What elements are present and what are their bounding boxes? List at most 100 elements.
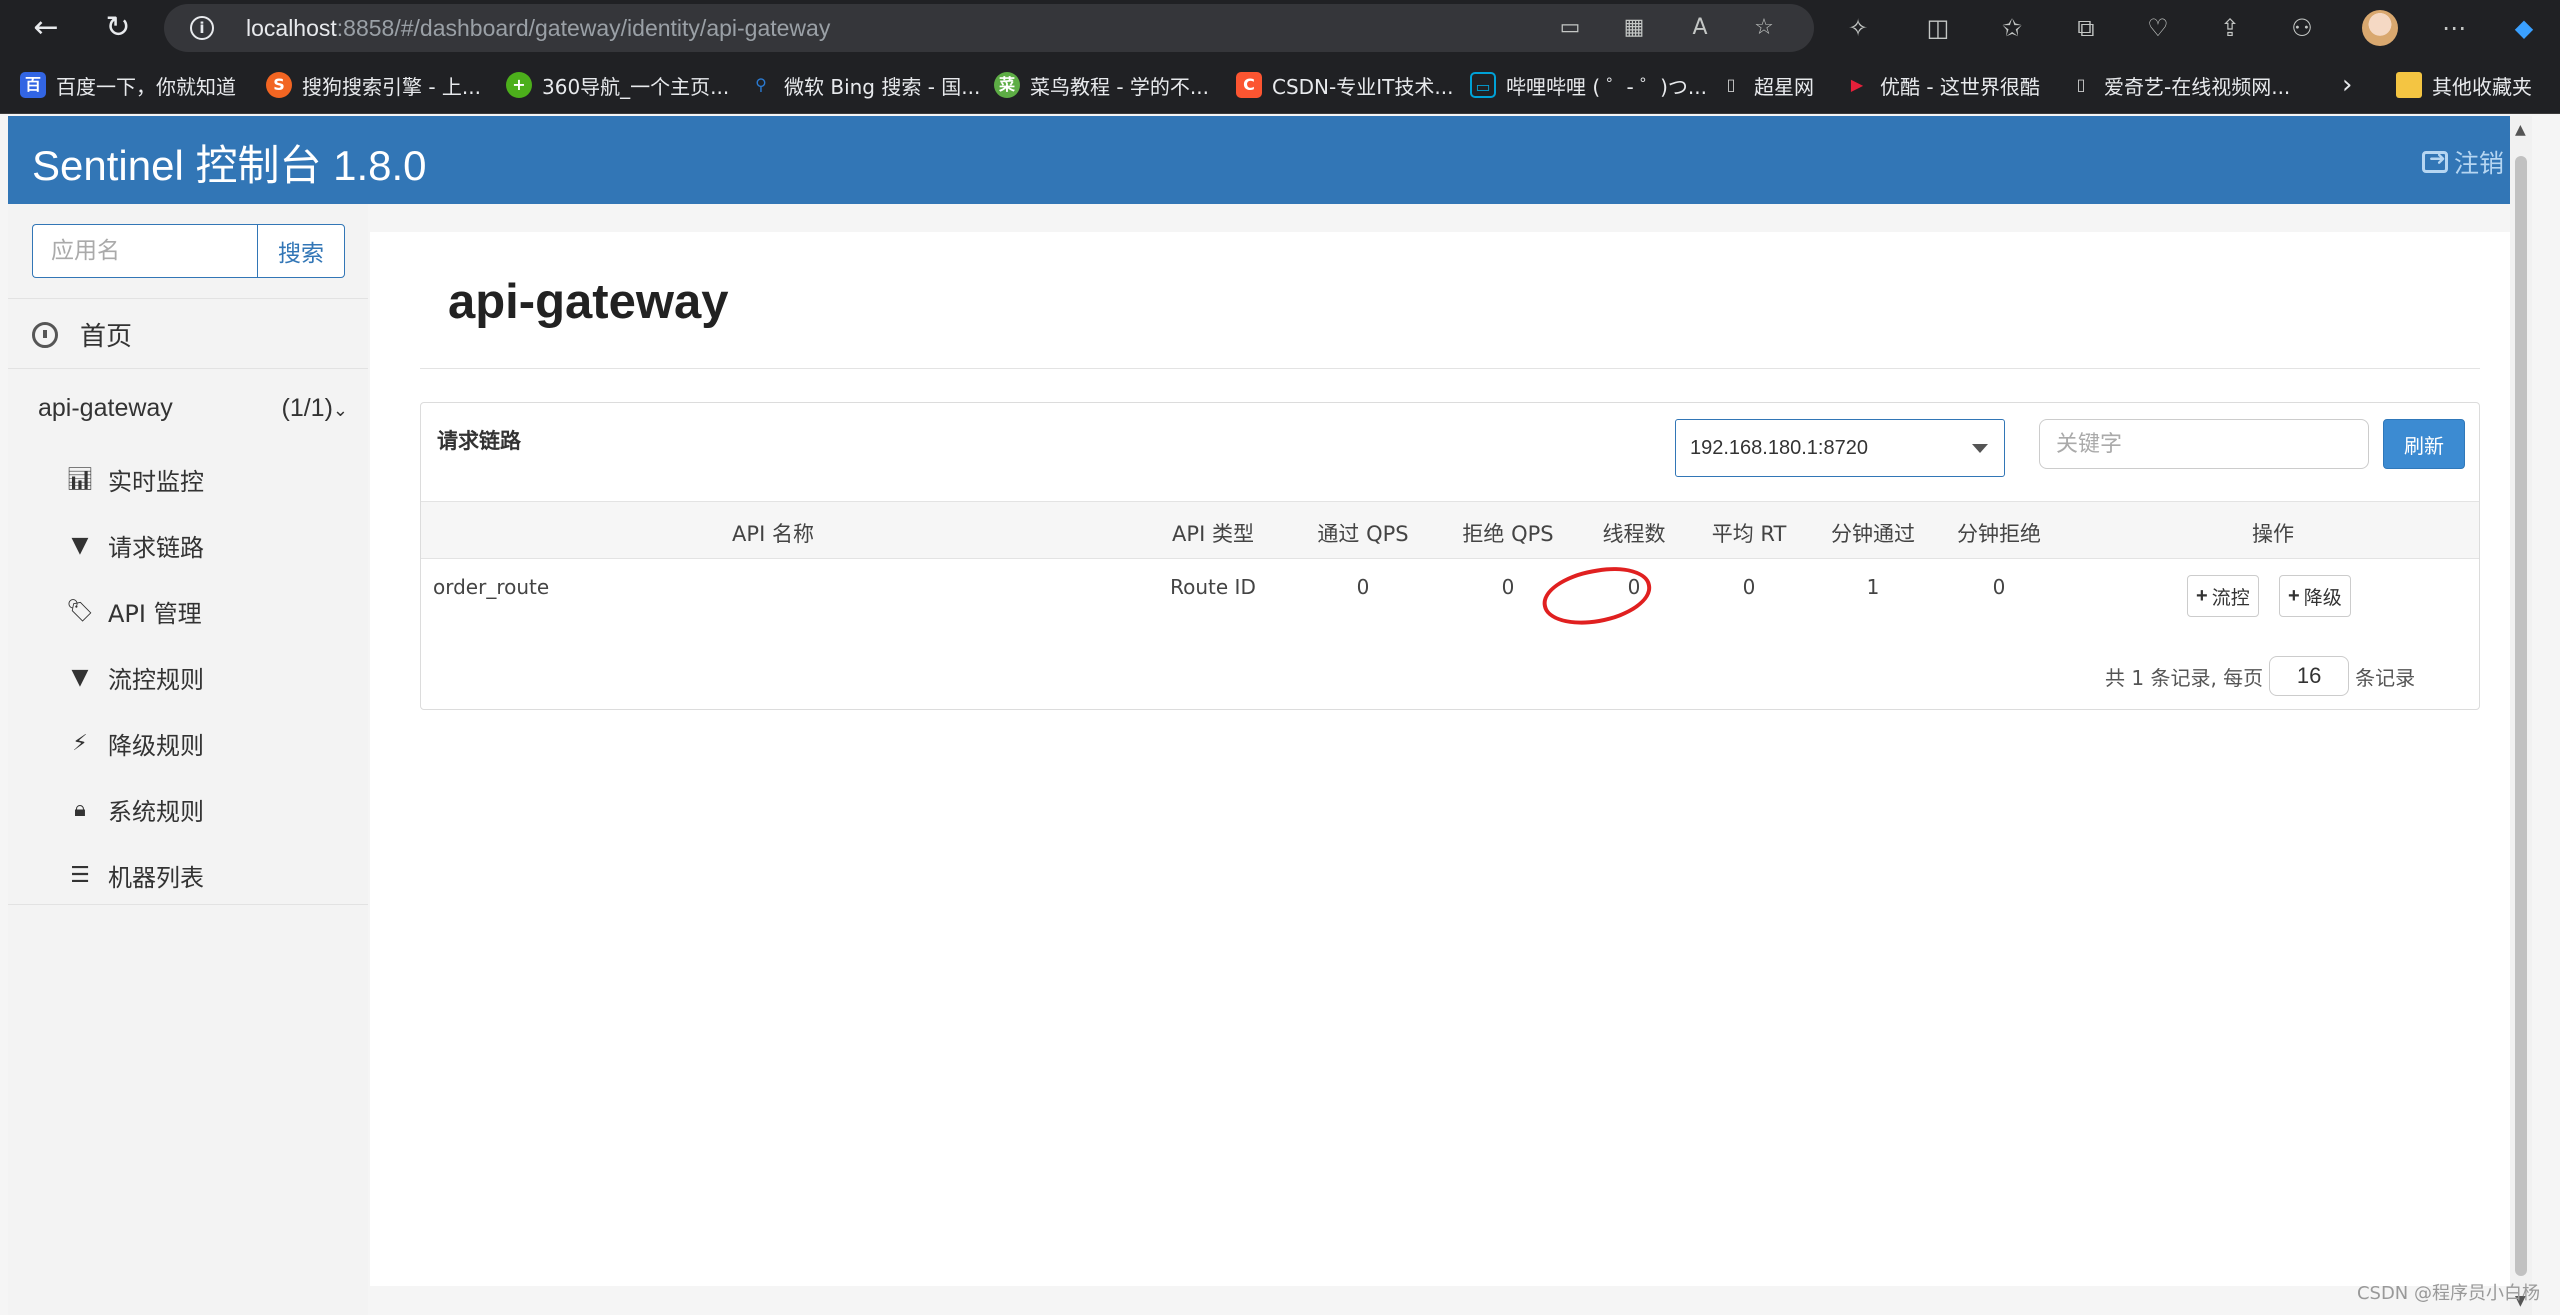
bookmark-label: 百度一下，你就知道 xyxy=(56,74,236,99)
logout-link[interactable]: 注销 xyxy=(2421,144,2504,180)
sidebar-item-label: API 管理 xyxy=(108,600,202,628)
refresh-button[interactable]: 刷新 xyxy=(2383,419,2465,469)
page-size-input[interactable] xyxy=(2269,656,2350,696)
keyword-input[interactable] xyxy=(2039,419,2369,469)
minute-pass-cell: 1 xyxy=(1866,575,1880,599)
more-menu-icon[interactable]: ⋯ xyxy=(2438,12,2470,44)
app-search-input[interactable] xyxy=(32,224,257,278)
sidebar-item-request-chain[interactable]: ▼ 请求链路 xyxy=(66,528,204,563)
threads-cell: 0 xyxy=(1627,575,1641,599)
panel-title: 请求链路 xyxy=(437,429,521,453)
filter-icon: ▼ xyxy=(71,533,89,558)
app-title[interactable]: Sentinel 控制台 1.8.0 xyxy=(32,132,427,193)
pass-qps-cell: 0 xyxy=(1356,575,1370,599)
sidebar-item-label: 降级规则 xyxy=(108,732,204,760)
bookmark-chaoxing[interactable]: ▯ 超星网 xyxy=(1718,70,1814,100)
divider xyxy=(8,368,368,369)
sidebar-item-machine-list[interactable]: ☰ 机器列表 xyxy=(66,858,204,893)
share-icon[interactable]: ⇪ xyxy=(2214,12,2246,44)
column-header: 操作 xyxy=(2252,522,2294,546)
sidebar-app-count: (1/1)⌄ xyxy=(281,394,349,422)
add-flow-rule-button[interactable]: + 流控 xyxy=(2187,575,2259,617)
favorite-star-icon[interactable]: ☆ xyxy=(1750,14,1778,42)
bookmark-youku[interactable]: ▶ 优酷 - 这世界很酷 xyxy=(1844,70,2040,100)
bookmark-other-folder[interactable]: 其他收藏夹 xyxy=(2396,70,2532,100)
bookmark-csdn[interactable]: C CSDN-专业IT技术... xyxy=(1236,70,1453,100)
lock-icon: 🔒︎ xyxy=(74,797,86,822)
health-icon[interactable]: ♡ xyxy=(2142,12,2174,44)
bookmark-label: 搜狗搜索引擎 - 上... xyxy=(302,74,482,99)
read-aloud-icon[interactable]: A xyxy=(1686,14,1714,42)
collections-icon[interactable]: ⧉ xyxy=(2070,12,2102,44)
sidebar-item-realtime-monitor[interactable]: 📊︎ 实时监控 xyxy=(66,462,204,497)
logout-icon xyxy=(2421,146,2448,173)
cast-icon[interactable]: ▭ xyxy=(1556,14,1584,42)
machine-select-value: 192.168.180.1:8720 xyxy=(1690,437,1868,459)
divider xyxy=(8,904,368,905)
minute-block-cell: 0 xyxy=(1992,575,2006,599)
scroll-thumb[interactable] xyxy=(2515,156,2527,1276)
runoob-icon: 菜 xyxy=(994,72,1020,98)
page-scrollbar[interactable]: ▲ ▼ xyxy=(2510,116,2532,1315)
profile-avatar[interactable] xyxy=(2362,10,2398,46)
plus-icon: + xyxy=(2288,584,2300,607)
column-header: 通过 QPS xyxy=(1317,522,1409,546)
folder-icon xyxy=(2396,72,2422,98)
360-icon: + xyxy=(506,72,532,98)
copilot-icon[interactable]: ◆ xyxy=(2508,12,2540,44)
bookmark-bing[interactable]: ⚲ 微软 Bing 搜索 - 国... xyxy=(748,70,980,100)
extensions-icon[interactable]: ✧ xyxy=(1842,12,1874,44)
sidebar-item-home[interactable]: 首页 xyxy=(32,316,132,353)
baidu-icon: 百 xyxy=(20,72,46,98)
favorites-icon[interactable]: ✩ xyxy=(1996,12,2028,44)
bookmark-sogou[interactable]: S 搜狗搜索引擎 - 上... xyxy=(266,70,481,100)
csdn-icon: C xyxy=(1236,72,1262,98)
machine-select[interactable]: 192.168.180.1:8720 xyxy=(1675,419,2005,477)
chevron-down-icon: ⌄ xyxy=(332,400,348,420)
bookmarks-bar: 百百度一下，你就知道 S 搜狗搜索引擎 - 上... +360导航_一个主页...… xyxy=(0,56,2560,114)
back-arrow-icon[interactable]: ← xyxy=(26,8,66,48)
bar-chart-icon: 📊︎ xyxy=(66,467,94,492)
sidebar-item-flow-rules[interactable]: ▼ 流控规则 xyxy=(66,660,204,695)
bilibili-icon: ▭ xyxy=(1470,72,1496,98)
bookmark-label: 微软 Bing 搜索 - 国... xyxy=(784,74,981,99)
sidebar-item-api-management[interactable]: 🏷︎ API 管理 xyxy=(66,594,202,629)
column-header: 拒绝 QPS xyxy=(1462,522,1554,546)
sidebar-app-api-gateway[interactable]: api-gateway (1/1)⌄ xyxy=(38,394,348,423)
reload-icon[interactable]: ↻ xyxy=(98,8,138,48)
degrade-button-label: 降级 xyxy=(2303,587,2342,609)
tags-icon: 🏷︎ xyxy=(66,599,94,624)
sidebar-app-name: api-gateway xyxy=(38,394,173,422)
request-chain-panel: 请求链路 192.168.180.1:8720 刷新 API 名称 API 类型… xyxy=(420,402,2480,710)
sidebar-item-label: 实时监控 xyxy=(108,468,204,496)
browser-toolbar: ← ↻ i localhost:8858/#/dashboard/gateway… xyxy=(0,0,2560,56)
api-name-cell: order_route xyxy=(433,575,550,599)
scroll-up-arrow-icon[interactable]: ▲ xyxy=(2515,122,2526,138)
url-text[interactable]: localhost:8858/#/dashboard/gateway/ident… xyxy=(246,15,830,42)
split-screen-icon[interactable]: ◫ xyxy=(1922,12,1954,44)
sidebar-item-system-rules[interactable]: 🔒︎ 系统规则 xyxy=(66,792,204,827)
pager-suffix-text: 条记录 xyxy=(2355,665,2416,690)
bookmark-bilibili[interactable]: ▭ 哔哩哔哩 ( ゜- ゜)つ... xyxy=(1470,70,1707,100)
bookmark-360[interactable]: +360导航_一个主页... xyxy=(506,70,729,100)
pagination: 共 1 条记录, 每页 条记录 xyxy=(2105,656,2415,696)
profile-switch-icon[interactable]: ⚇ xyxy=(2286,12,2318,44)
main-content: api-gateway 请求链路 192.168.180.1:8720 刷新 A… xyxy=(370,232,2510,1286)
site-info-icon[interactable]: i xyxy=(190,16,214,40)
bookmark-label: 优酷 - 这世界很酷 xyxy=(1880,74,2040,99)
dropdown-caret-icon xyxy=(1972,444,1988,453)
sogou-icon: S xyxy=(266,72,292,98)
bookmark-runoob[interactable]: 菜菜鸟教程 - 学的不... xyxy=(994,70,1209,100)
sidebar-item-label: 流控规则 xyxy=(108,666,204,694)
sentinel-page: Sentinel 控制台 1.8.0 注销 搜索 首页 api-gateway … xyxy=(8,116,2532,1315)
divider xyxy=(420,368,2480,369)
app-search-button[interactable]: 搜索 xyxy=(257,224,345,278)
add-degrade-rule-button[interactable]: + 降级 xyxy=(2279,575,2351,617)
sidebar-item-degrade-rules[interactable]: ⚡︎ 降级规则 xyxy=(66,726,204,761)
bookmark-label: 超星网 xyxy=(1754,74,1814,99)
apps-icon[interactable]: ▦ xyxy=(1620,14,1648,42)
bookmarks-overflow-chevron-icon[interactable]: › xyxy=(2342,70,2352,100)
address-bar[interactable]: i localhost:8858/#/dashboard/gateway/ide… xyxy=(164,4,1814,52)
bookmark-iqiyi[interactable]: ▯ 爱奇艺-在线视频网... xyxy=(2068,70,2291,100)
bookmark-baidu[interactable]: 百百度一下，你就知道 xyxy=(20,70,236,100)
